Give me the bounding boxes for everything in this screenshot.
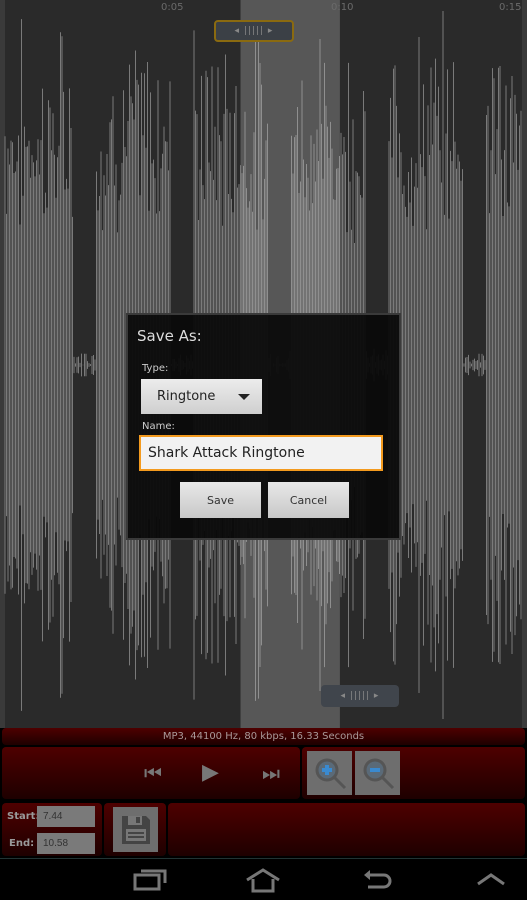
name-label: Name: (142, 421, 175, 432)
start-label: Start: (7, 811, 40, 822)
skip-forward-icon[interactable]: ⏭ (262, 761, 280, 785)
type-label: Type: (142, 363, 169, 374)
home-icon[interactable] (245, 867, 281, 893)
play-icon[interactable]: ▶ (202, 760, 219, 785)
start-time-input[interactable] (37, 806, 95, 827)
end-marker-handle[interactable]: ◂ ||||| ▸ (321, 685, 399, 707)
zoom-out-button[interactable] (355, 751, 400, 795)
start-marker-handle[interactable]: ◂ ||||| ▸ (214, 20, 294, 42)
type-dropdown[interactable]: Ringtone (141, 379, 262, 414)
empty-panel (168, 803, 525, 856)
playback-controls: ⏮ ▶ ⏭ (2, 747, 300, 799)
save-button[interactable] (113, 807, 158, 852)
recent-apps-icon[interactable] (133, 867, 167, 893)
name-input[interactable] (139, 435, 383, 471)
dialog-title: Save As: (137, 327, 202, 345)
floppy-disk-icon (121, 815, 150, 844)
save-button[interactable]: Save (180, 482, 261, 518)
zoom-controls (302, 747, 525, 799)
end-time-input[interactable] (37, 833, 95, 854)
skip-back-icon[interactable]: ⏮ (144, 761, 162, 785)
zoom-in-button[interactable] (307, 751, 352, 795)
time-tick: 0:05 (161, 2, 184, 13)
selection-times: Start: End: (2, 803, 102, 856)
chevron-down-icon (238, 394, 250, 400)
file-info-bar: MP3, 44100 Hz, 80 kbps, 16.33 Seconds (2, 728, 525, 745)
save-panel (104, 803, 166, 856)
back-icon[interactable] (362, 867, 392, 893)
save-as-dialog: Save As: Type: Ringtone Name: Save Cance… (126, 313, 401, 540)
zoom-out-icon (363, 758, 394, 790)
cancel-button[interactable]: Cancel (268, 482, 349, 518)
navigation-bar (0, 858, 527, 900)
menu-up-icon[interactable] (476, 871, 506, 887)
time-tick: 0:15 (499, 2, 522, 13)
end-label: End: (9, 838, 35, 849)
type-value: Ringtone (157, 389, 216, 404)
time-tick: 0:10 (331, 2, 354, 13)
zoom-in-icon (315, 758, 346, 790)
